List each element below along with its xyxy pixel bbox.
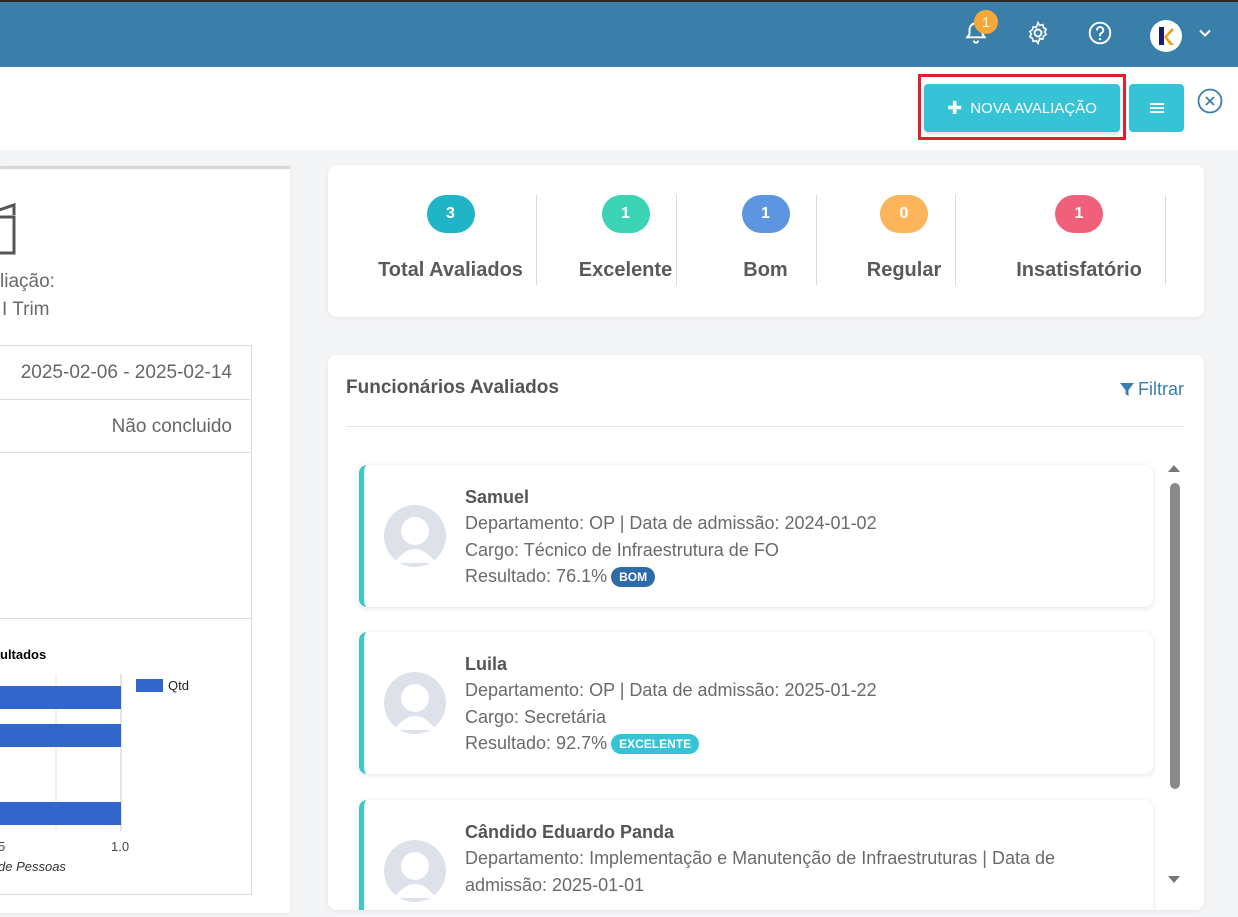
employee-name: Cândido Eduardo Panda xyxy=(465,822,675,842)
avatar-placeholder-icon xyxy=(384,840,446,902)
stat-label: Total Avaliados xyxy=(378,259,523,281)
results-chart-svg: ultados 5 1.0 de Pessoas Qtd xyxy=(0,647,189,874)
date-range: 2025-02-06 - 2025-02-14 xyxy=(20,362,232,383)
user-avatar[interactable] xyxy=(1150,20,1182,52)
stat-total: 3 Total Avaliados xyxy=(368,195,533,282)
document-icon xyxy=(0,202,16,255)
chart-bar xyxy=(0,802,121,825)
close-icon[interactable] xyxy=(1197,88,1223,114)
results-chart: ultados 5 1.0 de Pessoas Qtd xyxy=(0,619,252,895)
stat-count: 1 xyxy=(741,195,790,233)
x-tick-label: 5 xyxy=(0,839,5,854)
chevron-down-icon[interactable] xyxy=(1195,23,1215,43)
notification-badge: 1 xyxy=(974,10,998,34)
gear-icon[interactable] xyxy=(1025,20,1051,46)
stat-label: Excelente xyxy=(578,259,673,281)
employee-list-item[interactable]: Samuel Departamento: OP | Data de admiss… xyxy=(359,465,1153,607)
legend-swatch xyxy=(136,679,163,692)
stat-label: Regular xyxy=(866,259,942,281)
result-tag: EXCELENTE xyxy=(611,734,700,755)
x-axis-label: de Pessoas xyxy=(0,859,66,874)
section-title: Funcionários Avaliados xyxy=(346,377,559,398)
employee-result: Resultado: 76.1% xyxy=(465,566,608,586)
filter-icon xyxy=(1120,382,1134,396)
stat-count: 1 xyxy=(601,195,650,233)
employee-name: Samuel xyxy=(465,487,530,507)
x-tick-label: 1.0 xyxy=(111,839,129,854)
stat-count: 3 xyxy=(426,195,475,233)
result-tag: BOM xyxy=(611,567,656,588)
employee-department: Departamento: Implementação e Manutenção… xyxy=(465,848,1056,868)
filter-button[interactable]: Filtrar xyxy=(1120,379,1184,400)
new-evaluation-label: NOVA AVALIAÇÃO xyxy=(970,99,1097,117)
employee-name: Luila xyxy=(465,654,508,674)
info-table: 2025-02-06 - 2025-02-14 Não concluido xyxy=(0,345,252,619)
new-evaluation-button[interactable]: ✚ NOVA AVALIAÇÃO xyxy=(924,84,1120,132)
employee-department-cont: admissão: 2025-01-01 xyxy=(465,875,645,895)
hamburger-icon xyxy=(1149,103,1164,113)
evaluated-employees-card: Funcionários Avaliados Filtrar Samuel De… xyxy=(328,355,1204,910)
employee-department: Departamento: OP | Data de admissão: 202… xyxy=(465,680,877,700)
scroll-down-arrow-icon[interactable] xyxy=(1167,875,1181,885)
evaluation-detail-card: liação: I Trim 2025-02-06 - 2025-02-14 N… xyxy=(0,166,290,913)
legend-label: Qtd xyxy=(168,678,189,693)
top-navbar: 1 xyxy=(0,0,1238,67)
stat-label: Bom xyxy=(743,259,788,281)
employee-result-row: Resultado: 76.1% BOM xyxy=(465,566,656,588)
avatar-placeholder-icon xyxy=(384,672,446,734)
filter-label: Filtrar xyxy=(1138,379,1184,399)
chart-bar xyxy=(0,724,121,747)
stat-regular: 0 Regular xyxy=(848,195,960,282)
stat-count: 0 xyxy=(880,195,928,233)
help-icon[interactable] xyxy=(1087,20,1113,46)
user-logo-icon xyxy=(1159,27,1174,45)
employee-result-row: Resultado: 92.7% EXCELENTE xyxy=(465,733,700,755)
employee-list-item[interactable]: Cândido Eduardo Panda Departamento: Impl… xyxy=(359,800,1153,910)
stat-bom: 1 Bom xyxy=(713,195,818,282)
employee-role: Cargo: Técnico de Infraestrutura de FO xyxy=(465,540,779,560)
menu-button[interactable] xyxy=(1129,84,1184,132)
status-value: Não concluido xyxy=(111,416,232,437)
avatar-placeholder-icon xyxy=(384,505,446,567)
chart-bar xyxy=(0,686,121,709)
scrollbar[interactable] xyxy=(1166,463,1180,893)
stat-count: 1 xyxy=(1055,195,1103,233)
stat-label: Insatisfatório xyxy=(1016,259,1142,281)
employee-result: Resultado: 92.7% xyxy=(465,733,608,753)
employee-role: Cargo: Secretária xyxy=(465,707,607,727)
scrollbar-thumb[interactable] xyxy=(1170,483,1180,789)
stat-insatisfatorio: 1 Insatisfatório xyxy=(1000,195,1158,282)
plus-icon: ✚ xyxy=(947,97,963,118)
evaluation-period: I Trim xyxy=(2,299,50,320)
evaluation-label: liação: xyxy=(0,271,55,292)
scroll-up-arrow-icon[interactable] xyxy=(1167,463,1181,473)
stats-summary-card: 3 Total Avaliados 1 Excelente 1 Bom 0 Re… xyxy=(328,165,1204,317)
employee-list-item[interactable]: Luila Departamento: OP | Data de admissã… xyxy=(359,632,1153,774)
stat-excelente: 1 Excelente xyxy=(568,195,683,282)
employee-department: Departamento: OP | Data de admissão: 202… xyxy=(465,513,877,533)
chart-title: ultados xyxy=(0,647,46,662)
